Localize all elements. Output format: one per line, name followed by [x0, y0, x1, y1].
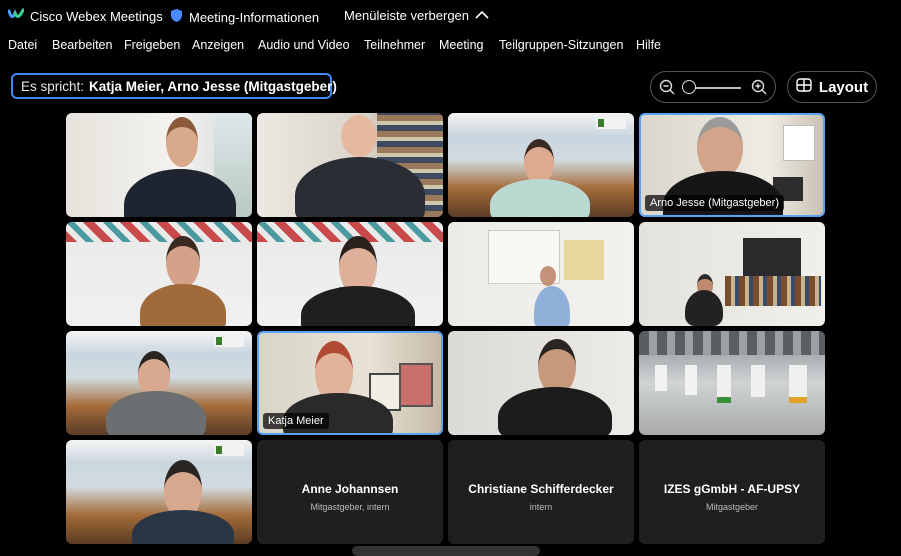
participant-role: Mitgastgeber	[705, 502, 759, 512]
zoom-slider-track[interactable]	[689, 87, 741, 89]
organization-logo	[214, 444, 244, 456]
participant-name: Christiane Schifferdecker	[468, 482, 614, 496]
video-tile-8[interactable]	[639, 222, 825, 326]
video-tile-9[interactable]	[66, 331, 252, 435]
video-tile-6[interactable]	[257, 222, 443, 326]
layout-label: Layout	[818, 78, 869, 96]
exhibit-stand	[685, 365, 697, 395]
webex-logo-icon	[7, 8, 25, 25]
menu-bar: Datei Bearbeiten Freigeben Anzeigen Audi…	[0, 34, 901, 56]
menu-teilnehmer[interactable]: Teilnehmer	[364, 38, 425, 52]
video-tile-4[interactable]: Arno Jesse (Mitgastgeber)	[639, 113, 825, 217]
app-name: Cisco Webex Meetings	[30, 9, 163, 24]
participant-role: intern	[529, 502, 553, 512]
video-tile-10[interactable]: Katja Meier	[257, 331, 443, 435]
wall-screen	[743, 238, 801, 276]
zoom-slider-thumb[interactable]	[682, 80, 696, 94]
video-tile-3[interactable]	[448, 113, 634, 217]
menu-hilfe[interactable]: Hilfe	[636, 38, 661, 52]
app-title: Cisco Webex Meetings	[7, 8, 163, 25]
video-tile-13[interactable]	[66, 440, 252, 544]
zoom-out-icon[interactable]	[659, 79, 675, 100]
menu-teilgruppen[interactable]: Teilgruppen-Sitzungen	[499, 38, 623, 52]
participant-name: Anne Johannsen	[301, 482, 399, 496]
menu-freigeben[interactable]: Freigeben	[124, 38, 180, 52]
menu-anzeigen[interactable]: Anzeigen	[192, 38, 244, 52]
bookshelf-background	[725, 276, 821, 306]
video-tile-12[interactable]	[639, 331, 825, 435]
video-tile-5[interactable]	[66, 222, 252, 326]
exhibit-stand	[717, 365, 731, 403]
exhibit-stand	[789, 365, 807, 403]
video-tile-7[interactable]	[448, 222, 634, 326]
participant-tile-izes[interactable]: IZES gGmbH - AF-UPSY Mitgastgeber	[639, 440, 825, 544]
grid-layout-icon	[796, 78, 812, 96]
pattern-background	[66, 222, 252, 242]
meeting-info-button[interactable]: Meeting-Informationen	[170, 8, 319, 26]
speaker-label: Es spricht:	[21, 78, 85, 94]
participant-name-tag: Katja Meier	[263, 413, 329, 429]
shield-icon	[170, 8, 183, 26]
participant-role: Mitgastgeber, intern	[310, 502, 390, 512]
video-tile-1[interactable]	[66, 113, 252, 217]
building-background	[639, 331, 825, 355]
wall-map	[564, 240, 604, 280]
exhibit-stand	[655, 365, 667, 391]
title-bar: Cisco Webex Meetings Meeting-Information…	[0, 0, 901, 32]
menu-audio-video[interactable]: Audio und Video	[258, 38, 350, 52]
chevron-up-icon	[475, 8, 489, 23]
exhibit-stand	[751, 365, 765, 397]
hide-menu-label: Menüleiste verbergen	[344, 8, 470, 23]
video-tile-2[interactable]	[257, 113, 443, 217]
participant-name: IZES gGmbH - AF-UPSY	[663, 482, 801, 496]
hide-menu-button[interactable]: Menüleiste verbergen	[344, 8, 489, 23]
wall-picture	[783, 125, 815, 161]
active-speaker-indicator: Es spricht: Katja Meier, Arno Jesse (Mit…	[11, 73, 337, 99]
menu-datei[interactable]: Datei	[8, 38, 37, 52]
organization-logo	[214, 335, 244, 347]
speaker-names: Katja Meier, Arno Jesse (Mitgastgeber)	[89, 78, 337, 94]
zoom-control	[650, 71, 776, 103]
participant-tile-christiane[interactable]: Christiane Schifferdecker intern	[448, 440, 634, 544]
meeting-info-label: Meeting-Informationen	[189, 9, 320, 25]
wall-picture	[399, 363, 433, 407]
control-bar-handle[interactable]	[352, 546, 540, 556]
zoom-in-icon[interactable]	[751, 79, 767, 100]
organization-logo	[596, 117, 626, 129]
participant-tile-anne[interactable]: Anne Johannsen Mitgastgeber, intern	[257, 440, 443, 544]
video-tile-11[interactable]	[448, 331, 634, 435]
layout-button[interactable]: Layout	[787, 71, 877, 103]
participant-name-tag: Arno Jesse (Mitgastgeber)	[645, 195, 784, 211]
menu-meeting[interactable]: Meeting	[439, 38, 483, 52]
menu-bearbeiten[interactable]: Bearbeiten	[52, 38, 112, 52]
